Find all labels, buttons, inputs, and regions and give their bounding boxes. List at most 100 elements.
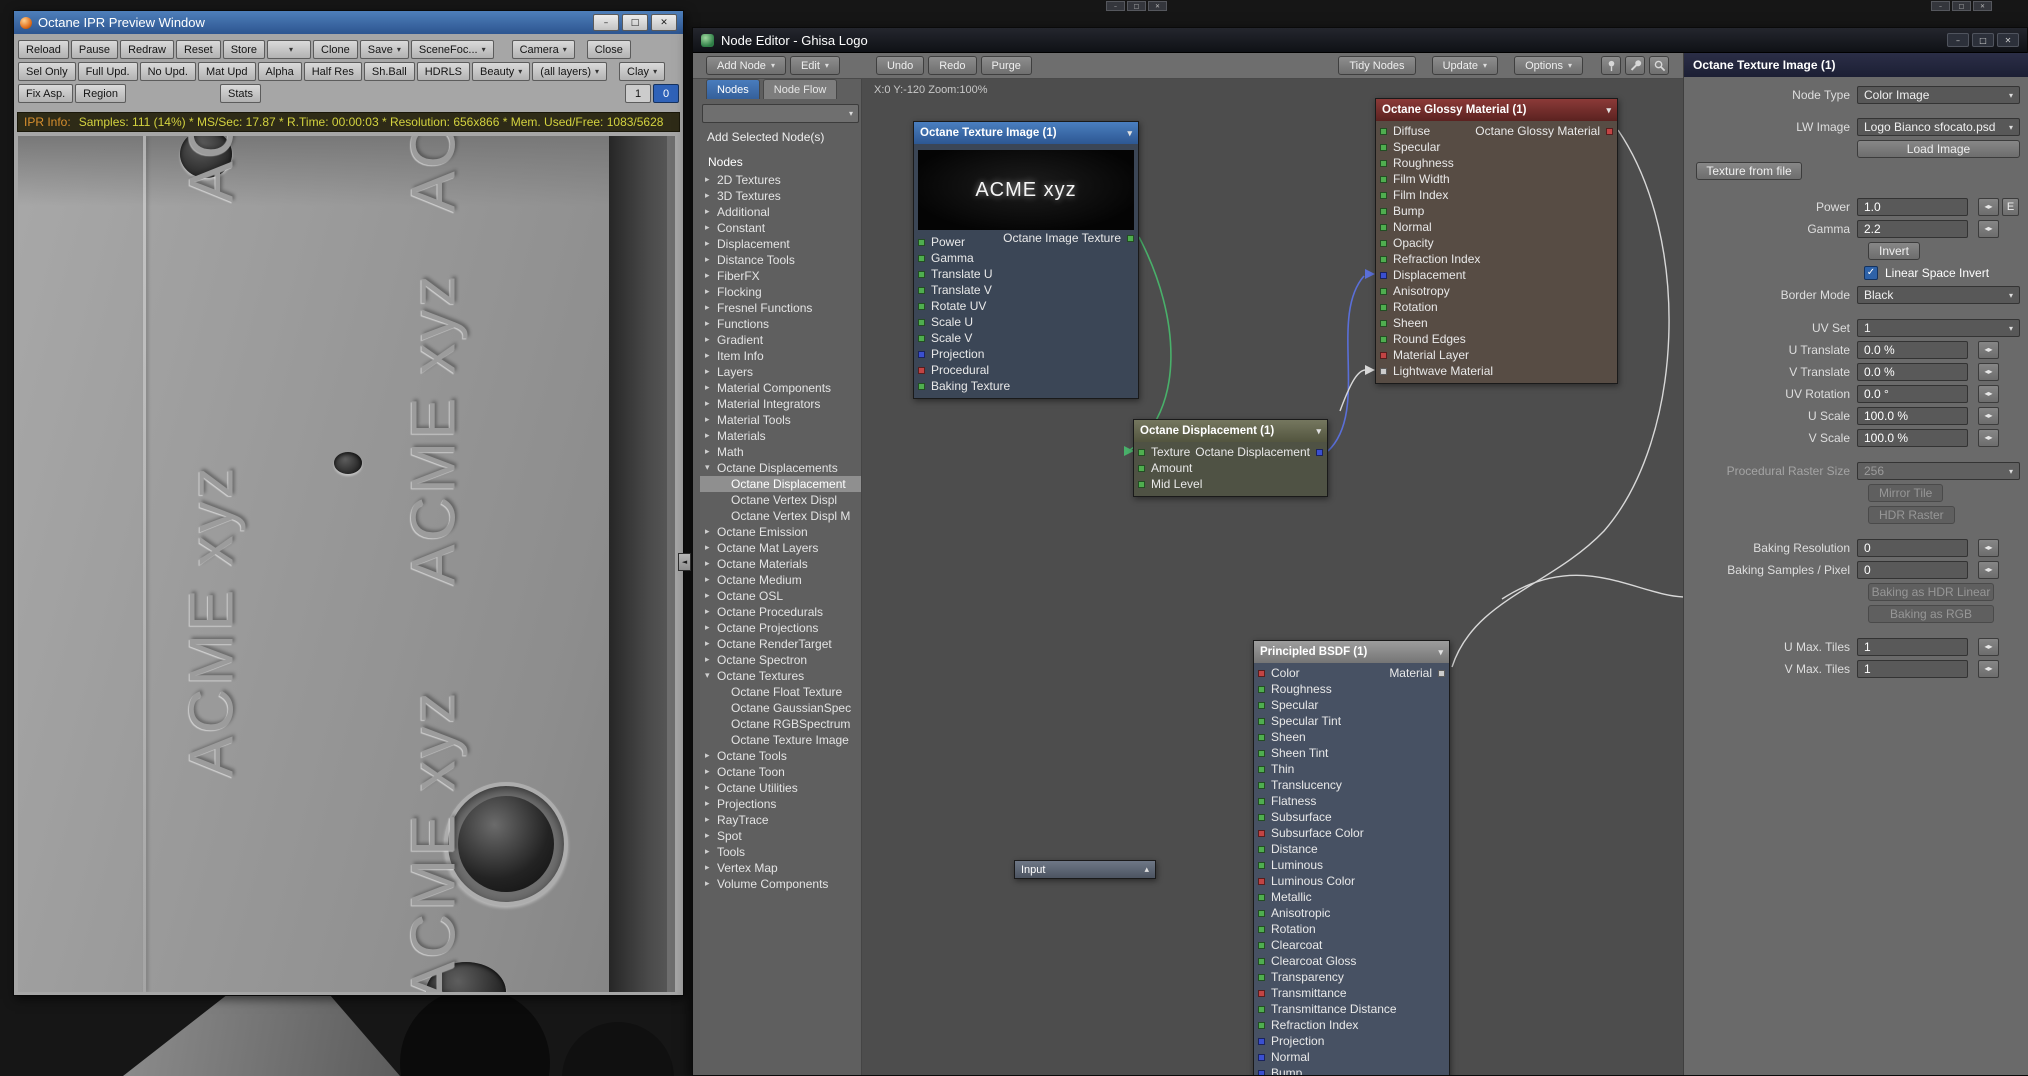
pin-translucency[interactable]: Translucency — [1254, 777, 1449, 793]
tree-category-constant[interactable]: ▸ Constant — [700, 220, 861, 236]
ipr-redraw-button[interactable]: Redraw — [120, 40, 174, 59]
tree-item-octane-rgbspectrum[interactable]: Octane RGBSpectrum — [700, 716, 861, 732]
pin-amount[interactable]: Amount — [1134, 460, 1327, 476]
ipr-blank-dropdown[interactable]: ▾ — [267, 40, 312, 59]
ipr-sel-only-button[interactable]: Sel Only — [18, 62, 76, 81]
ipr-1-field[interactable]: 1 — [625, 84, 651, 103]
sidebar-preset-dropdown[interactable]: ▾ — [702, 104, 859, 123]
tree-category-octane-projections[interactable]: ▸ Octane Projections — [700, 620, 861, 636]
baking-resolution-field[interactable]: 0 — [1857, 539, 1968, 557]
tree-category-3d-textures[interactable]: ▸ 3D Textures — [700, 188, 861, 204]
pin-projection[interactable]: Projection — [1254, 1033, 1449, 1049]
update-button[interactable]: Update ▾ — [1431, 56, 1499, 75]
tree-item-octane-vertex-displ-m[interactable]: Octane Vertex Displ M — [700, 508, 861, 524]
spinner-button[interactable]: ◂▸ — [1978, 220, 1999, 238]
u-translate-field[interactable]: 0.0 % — [1857, 341, 1968, 359]
ipr-mat-upd-button[interactable]: Mat Upd — [197, 62, 256, 81]
texture-from-file-button[interactable]: Texture from file — [1696, 162, 1802, 180]
pin-material-layer[interactable]: Material Layer — [1376, 347, 1617, 363]
minimize-button[interactable]: – — [593, 14, 619, 31]
output-octane-displacement[interactable]: Octane Displacement — [1195, 444, 1323, 460]
tree-category-2d-textures[interactable]: ▸ 2D Textures — [700, 172, 861, 188]
pin-rotation[interactable]: Rotation — [1376, 299, 1617, 315]
options-button[interactable]: Options ▾ — [1514, 56, 1583, 75]
purge-button[interactable]: Purge — [980, 56, 1032, 75]
ipr-hdrls-button[interactable]: HDRLS — [416, 62, 471, 81]
u-scale-field[interactable]: 100.0 % — [1857, 407, 1968, 425]
ipr-stats-button[interactable]: Stats — [219, 84, 262, 103]
pin-gamma[interactable]: Gamma — [914, 250, 1138, 266]
pin-scale-v[interactable]: Scale V — [914, 330, 1138, 346]
ipr-scenefoc-dropdown[interactable]: SceneFoc... ▾ — [410, 40, 494, 59]
uv-set-dropdown[interactable]: 1 ▾ — [1857, 319, 2020, 337]
background-maximize-button-2[interactable]: □ — [1952, 1, 1971, 11]
pin-flatness[interactable]: Flatness — [1254, 793, 1449, 809]
pin-scale-u[interactable]: Scale U — [914, 314, 1138, 330]
ne-maximize-button[interactable]: □ — [1972, 33, 1994, 47]
wrench-icon[interactable] — [1625, 56, 1645, 75]
uv-rotation-field[interactable]: 0.0 ° — [1857, 385, 1968, 403]
background-minimize-button-2[interactable]: – — [1931, 1, 1950, 11]
tree-category-vertex-map[interactable]: ▸ Vertex Map — [700, 860, 861, 876]
output-octane-image-texture[interactable]: Octane Image Texture — [1003, 230, 1134, 246]
pin-transparency[interactable]: Transparency — [1254, 969, 1449, 985]
pin-refraction-index[interactable]: Refraction Index — [1254, 1017, 1449, 1033]
tree-category-material-components[interactable]: ▸ Material Components — [700, 380, 861, 396]
tree-category-layers[interactable]: ▸ Layers — [700, 364, 861, 380]
ipr-0-field[interactable]: 0 — [653, 84, 679, 103]
tree-category-distance-tools[interactable]: ▸ Distance Tools — [700, 252, 861, 268]
pin-refraction-index[interactable]: Refraction Index — [1376, 251, 1617, 267]
power-field[interactable]: 1.0 — [1857, 198, 1968, 216]
gamma-field[interactable]: 2.2 — [1857, 220, 1968, 238]
baking-samples-pixel-field[interactable]: 0 — [1857, 561, 1968, 579]
node-header-input[interactable]: Input ▴ — [1015, 861, 1155, 878]
pin-luminous[interactable]: Luminous — [1254, 857, 1449, 873]
pin-mid-level[interactable]: Mid Level — [1134, 476, 1327, 492]
pin-transmittance[interactable]: Transmittance — [1254, 985, 1449, 1001]
pin-translate-v[interactable]: Translate V — [914, 282, 1138, 298]
tree-category-octane-emission[interactable]: ▸ Octane Emission — [700, 524, 861, 540]
pin-transmittance-distance[interactable]: Transmittance Distance — [1254, 1001, 1449, 1017]
spinner-button[interactable]: ◂▸ — [1978, 341, 1999, 359]
tree-category-additional[interactable]: ▸ Additional — [700, 204, 861, 220]
tree-category-spot[interactable]: ▸ Spot — [700, 828, 861, 844]
node-graph[interactable]: X:0 Y:-120 Zoom:100% Octane Texture Imag… — [862, 79, 1683, 1075]
tab-node-flow[interactable]: Node Flow — [762, 79, 838, 99]
tree-category-raytrace[interactable]: ▸ RayTrace — [700, 812, 861, 828]
spinner-button[interactable]: ◂▸ — [1978, 385, 1999, 403]
tree-category-octane-mat-layers[interactable]: ▸ Octane Mat Layers — [700, 540, 861, 556]
ipr-store-button[interactable]: Store — [222, 40, 266, 59]
tree-category-flocking[interactable]: ▸ Flocking — [700, 284, 861, 300]
node-header-texture-image[interactable]: Octane Texture Image (1) ▾ — [914, 122, 1138, 144]
node-displacement[interactable]: Octane Displacement (1) ▾ Octane Displacem… — [1133, 419, 1328, 497]
ipr-sh-ball-button[interactable]: Sh.Ball — [363, 62, 415, 81]
invert-button[interactable]: Invert — [1868, 242, 1921, 260]
ipr-fix-asp-button[interactable]: Fix Asp. — [18, 84, 74, 103]
ipr-clay-dropdown[interactable]: Clay ▾ — [619, 62, 666, 81]
pin-lightwave-material[interactable]: Lightwave Material — [1376, 363, 1617, 379]
ipr-camera-dropdown[interactable]: Camera ▾ — [511, 40, 575, 59]
pin-round-edges[interactable]: Round Edges — [1376, 331, 1617, 347]
tab-nodes[interactable]: Nodes — [706, 79, 760, 99]
pin-anisotropy[interactable]: Anisotropy — [1376, 283, 1617, 299]
restore-button[interactable]: □ — [622, 14, 648, 31]
pin-displacement[interactable]: Displacement — [1376, 267, 1617, 283]
ipr-region-button[interactable]: Region — [75, 84, 126, 103]
close-button[interactable]: ✕ — [651, 14, 677, 31]
ipr-reload-button[interactable]: Reload — [18, 40, 69, 59]
u-max-tiles-field[interactable]: 1 — [1857, 638, 1968, 656]
ipr-pause-button[interactable]: Pause — [70, 40, 119, 59]
pin-procedural[interactable]: Procedural — [914, 362, 1138, 378]
ipr-beauty-dropdown[interactable]: Beauty ▾ — [472, 62, 531, 81]
node-editor-titlebar[interactable]: Node Editor - Ghisa Logo – □ ✕ — [693, 28, 2027, 53]
tree-item-octane-displacement[interactable]: Octane Displacement — [700, 476, 861, 492]
ipr-reset-button[interactable]: Reset — [175, 40, 221, 59]
pin-film-width[interactable]: Film Width — [1376, 171, 1617, 187]
tree-category-material-integrators[interactable]: ▸ Material Integrators — [700, 396, 861, 412]
pin-specular[interactable]: Specular — [1254, 697, 1449, 713]
pin-specular[interactable]: Specular — [1376, 139, 1617, 155]
ipr-no-upd-button[interactable]: No Upd. — [139, 62, 196, 81]
pin-film-index[interactable]: Film Index — [1376, 187, 1617, 203]
tree-category-octane-spectron[interactable]: ▸ Octane Spectron — [700, 652, 861, 668]
pin-translate-u[interactable]: Translate U — [914, 266, 1138, 282]
